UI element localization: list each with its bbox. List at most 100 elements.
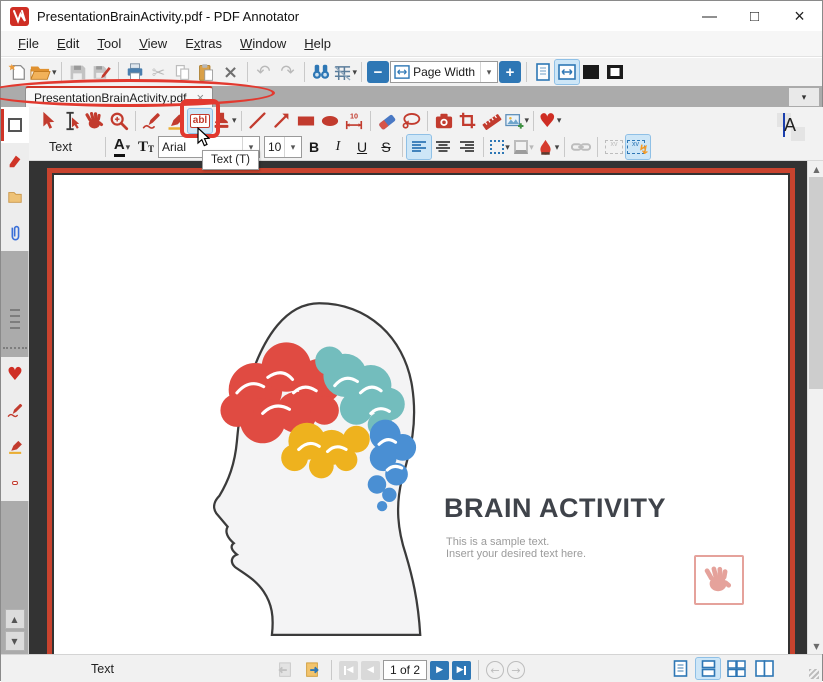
save-button[interactable] bbox=[66, 60, 90, 84]
stamp-tool-button[interactable]: ▾ bbox=[212, 109, 237, 133]
single-page-layout-button[interactable] bbox=[668, 658, 692, 679]
link-button[interactable] bbox=[569, 135, 593, 159]
measure-tool-button[interactable]: 10 bbox=[342, 109, 366, 133]
sidebar-tab-thumbnails[interactable] bbox=[1, 107, 29, 143]
image-dropdown-arrow[interactable]: ▾ bbox=[525, 115, 530, 126]
sidebar-tab-favorites[interactable]: ♥ bbox=[1, 357, 29, 393]
menu-extras[interactable]: Extras bbox=[176, 33, 231, 54]
arrow-tool-button[interactable] bbox=[270, 109, 294, 133]
border-style-button[interactable]: ▾ bbox=[488, 135, 512, 159]
history-back-button[interactable]: ← bbox=[486, 661, 504, 679]
zoom-out-button[interactable]: − bbox=[366, 60, 390, 84]
ellipse-tool-button[interactable] bbox=[318, 109, 342, 133]
align-left-button[interactable] bbox=[407, 135, 431, 159]
page-indicator[interactable]: 1 of 2 bbox=[383, 660, 427, 680]
italic-button[interactable]: I bbox=[326, 135, 350, 159]
sidebar-tab-pen[interactable] bbox=[1, 393, 29, 429]
previous-page-button[interactable]: ◀ bbox=[361, 661, 380, 680]
window-resize-grip[interactable] bbox=[809, 669, 819, 679]
paste-button[interactable] bbox=[195, 60, 219, 84]
find-button[interactable] bbox=[309, 60, 333, 84]
page-width-view-button[interactable] bbox=[555, 60, 579, 84]
maximize-button[interactable]: □ bbox=[732, 1, 777, 31]
font-size-combobox[interactable]: 10 ▾ bbox=[264, 136, 302, 158]
select-tool-button[interactable] bbox=[35, 109, 59, 133]
insert-image-button[interactable]: ▾ bbox=[504, 109, 530, 133]
auto-text-off-button[interactable]: xv bbox=[602, 135, 626, 159]
menu-window[interactable]: Window bbox=[231, 33, 295, 54]
pan-hand-tool-button[interactable] bbox=[83, 109, 107, 133]
line-tool-button[interactable] bbox=[246, 109, 270, 133]
sidebar-tab-annotations[interactable] bbox=[1, 179, 29, 215]
zoom-level-combobox[interactable]: Page Width ▾ bbox=[390, 61, 498, 83]
tab-overflow-button[interactable]: ▾ bbox=[789, 88, 819, 106]
zoom-in-button[interactable]: + bbox=[498, 60, 522, 84]
align-center-button[interactable] bbox=[431, 135, 455, 159]
index-grid-button[interactable]: ▾ bbox=[333, 60, 358, 84]
fill-color-dropdown-arrow[interactable]: ▾ bbox=[555, 142, 560, 153]
undo-button[interactable]: ↶ bbox=[252, 60, 276, 84]
ruler-tool-button[interactable] bbox=[480, 109, 504, 133]
stamp-dropdown-arrow[interactable]: ▾ bbox=[232, 115, 237, 126]
rectangle-tool-button[interactable] bbox=[294, 109, 318, 133]
facing-pages-layout-button[interactable] bbox=[752, 658, 776, 679]
open-dropdown-arrow[interactable]: ▾ bbox=[52, 67, 57, 78]
two-page-layout-button[interactable] bbox=[724, 658, 748, 679]
fill-color-button[interactable]: ▾ bbox=[536, 135, 560, 159]
menu-edit[interactable]: Edit bbox=[48, 33, 88, 54]
border-width-dropdown-arrow[interactable]: ▾ bbox=[529, 142, 534, 153]
scroll-up-button[interactable]: ▲ bbox=[808, 161, 823, 177]
pdf-page[interactable]: BRAIN ACTIVITY This is a sample text. In… bbox=[47, 168, 795, 654]
font-color-dropdown-arrow[interactable]: ▾ bbox=[126, 142, 131, 153]
menu-file[interactable]: File bbox=[9, 33, 48, 54]
open-file-button[interactable]: ▾ bbox=[29, 60, 57, 84]
close-button[interactable]: × bbox=[777, 1, 822, 31]
scrollbar-thumb[interactable] bbox=[809, 177, 823, 389]
sidebar-tab-attachments[interactable] bbox=[1, 215, 29, 251]
save-as-button[interactable] bbox=[90, 60, 114, 84]
snapshot-tool-button[interactable] bbox=[432, 109, 456, 133]
eraser-tool-button[interactable] bbox=[375, 109, 399, 133]
sidebar-tab-marker[interactable] bbox=[1, 429, 29, 465]
last-page-button[interactable]: ▶ bbox=[452, 661, 471, 680]
delete-button[interactable]: × bbox=[219, 60, 243, 84]
border-width-button[interactable]: ▾ bbox=[512, 135, 536, 159]
copy-button[interactable] bbox=[171, 60, 195, 84]
minimize-button[interactable]: — bbox=[687, 1, 732, 31]
text-select-tool-button[interactable] bbox=[59, 109, 83, 133]
bold-button[interactable]: B bbox=[302, 135, 326, 159]
menu-help[interactable]: Help bbox=[295, 33, 340, 54]
previous-view-button[interactable] bbox=[273, 658, 297, 682]
scroll-down-button[interactable]: ▼ bbox=[808, 638, 823, 654]
highlighter-tool-button[interactable] bbox=[164, 109, 188, 133]
first-page-button[interactable]: ◀ bbox=[339, 661, 358, 680]
menu-view[interactable]: View bbox=[130, 33, 176, 54]
favorites-dropdown-arrow[interactable]: ▾ bbox=[557, 115, 562, 126]
menu-tool[interactable]: Tool bbox=[88, 33, 130, 54]
document-viewport[interactable]: BRAIN ACTIVITY This is a sample text. In… bbox=[29, 161, 807, 654]
index-dropdown-arrow[interactable]: ▾ bbox=[353, 67, 358, 78]
zoom-dropdown-arrow[interactable]: ▾ bbox=[480, 62, 497, 82]
pen-tool-button[interactable] bbox=[140, 109, 164, 133]
font-color-button[interactable]: A ▾ bbox=[110, 135, 134, 159]
sidebar-scroll-up-button[interactable]: ▲ bbox=[5, 609, 25, 629]
favorites-tool-button[interactable]: ♥ ▾ bbox=[538, 109, 562, 133]
zoom-tool-button[interactable] bbox=[107, 109, 131, 133]
strikethrough-button[interactable]: S bbox=[374, 135, 398, 159]
underline-button[interactable]: U bbox=[350, 135, 374, 159]
sidebar-scroll-down-button[interactable]: ▼ bbox=[5, 631, 25, 651]
lasso-tool-button[interactable] bbox=[399, 109, 423, 133]
framed-screen-button[interactable] bbox=[603, 60, 627, 84]
tab-close-icon[interactable]: × bbox=[197, 91, 205, 104]
sidebar-tab-bookmarks[interactable] bbox=[1, 143, 29, 179]
font-size-dropdown-arrow[interactable]: ▾ bbox=[284, 137, 301, 157]
auto-text-on-button[interactable]: xv ↯ bbox=[626, 135, 650, 159]
new-document-button[interactable] bbox=[5, 60, 29, 84]
document-tab[interactable]: PresentationBrainActivity.pdf × bbox=[25, 86, 213, 107]
full-page-view-button[interactable] bbox=[531, 60, 555, 84]
sidebar-tab-text[interactable] bbox=[1, 465, 29, 501]
full-screen-button[interactable] bbox=[579, 60, 603, 84]
vertical-scrollbar[interactable]: ▲ ▼ bbox=[807, 161, 823, 654]
print-button[interactable] bbox=[123, 60, 147, 84]
border-style-dropdown-arrow[interactable]: ▾ bbox=[505, 142, 510, 153]
